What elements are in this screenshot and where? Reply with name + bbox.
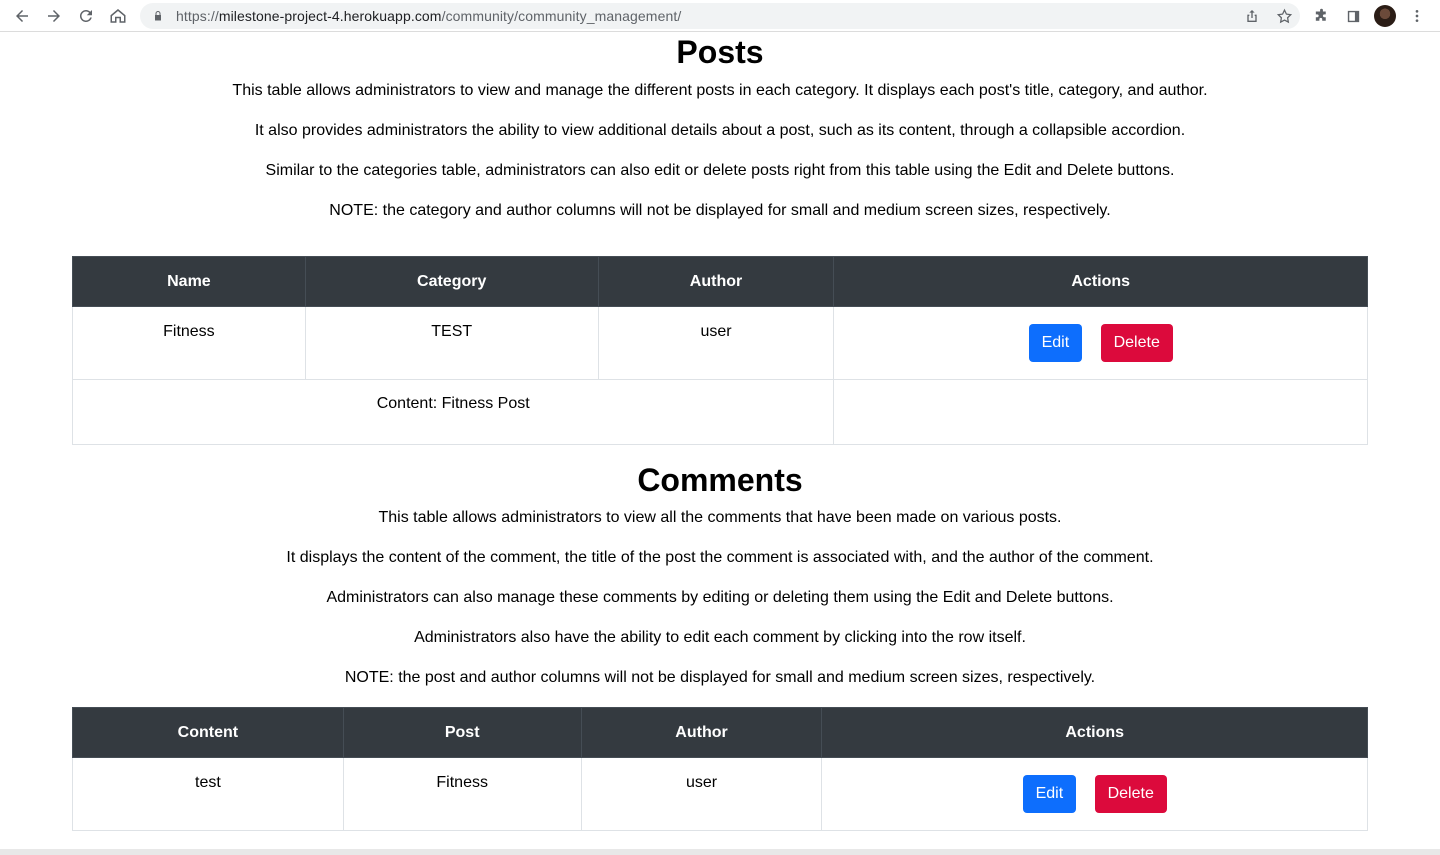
comments-heading: Comments <box>637 462 803 498</box>
post-accordion-row[interactable]: Content: Fitness Post <box>71 379 1368 445</box>
posts-description-3: Similar to the categories table, adminis… <box>265 162 1175 179</box>
home-icon[interactable] <box>102 1 134 31</box>
post-author-cell: user <box>597 306 835 380</box>
extensions-puzzle-icon[interactable] <box>1310 3 1332 29</box>
post-content-cell: Content: Fitness Post <box>71 379 835 445</box>
comments-description-2: It displays the content of the comment, … <box>286 549 1154 566</box>
column-header-actions: Actions <box>833 256 1368 307</box>
column-header-name: Name <box>72 256 306 307</box>
address-bar[interactable]: https://milestone-project-4.herokuapp.co… <box>140 3 1300 29</box>
comments-description-4: Administrators also have the ability to … <box>414 629 1026 646</box>
comments-table-header: Content Post Author Actions <box>72 707 1368 758</box>
comments-description-1: This table allows administrators to view… <box>378 509 1062 526</box>
post-category-cell: TEST <box>304 306 599 380</box>
side-panel-icon[interactable] <box>1342 3 1364 29</box>
column-header-actions: Actions <box>821 707 1368 758</box>
reload-icon[interactable] <box>70 1 102 31</box>
share-icon[interactable] <box>1242 6 1262 26</box>
url-text: https://milestone-project-4.herokuapp.co… <box>176 8 682 24</box>
kebab-menu-icon[interactable] <box>1406 3 1428 29</box>
forward-arrow-icon[interactable] <box>38 1 70 31</box>
profile-avatar[interactable] <box>1374 3 1396 29</box>
back-arrow-icon[interactable] <box>6 1 38 31</box>
comment-actions-cell: Edit Delete <box>821 757 1368 831</box>
lock-icon <box>152 9 166 23</box>
comment-post-cell: Fitness <box>342 757 582 831</box>
post-name-cell: Fitness <box>72 306 306 380</box>
post-actions-cell: Edit Delete <box>833 306 1368 380</box>
column-header-author: Author <box>580 707 823 758</box>
page-bottom-edge <box>0 849 1440 855</box>
column-header-author: Author <box>597 256 835 307</box>
comments-description-5: NOTE: the post and author columns will n… <box>344 669 1096 686</box>
comment-content-cell: test <box>72 757 344 831</box>
column-header-content: Content <box>72 707 344 758</box>
posts-table-header: Name Category Author Actions <box>72 256 1368 307</box>
comments-description-3: Administrators can also manage these com… <box>326 589 1114 606</box>
bookmark-star-icon[interactable] <box>1274 6 1294 26</box>
edit-post-button[interactable]: Edit <box>1028 324 1083 362</box>
browser-toolbar: https://milestone-project-4.herokuapp.co… <box>0 0 1440 32</box>
table-row[interactable]: Fitness TEST user Edit Delete <box>72 306 1368 380</box>
page-content: Posts This table allows administrators t… <box>0 32 1440 855</box>
delete-comment-button[interactable]: Delete <box>1094 775 1167 813</box>
table-row[interactable]: test Fitness user Edit Delete <box>72 757 1368 831</box>
posts-description-2: It also provides administrators the abil… <box>254 122 1186 139</box>
column-header-post: Post <box>342 707 582 758</box>
edit-comment-button[interactable]: Edit <box>1022 775 1077 813</box>
posts-description-4: NOTE: the category and author columns wi… <box>329 202 1111 219</box>
posts-description-1: This table allows administrators to view… <box>232 82 1208 99</box>
post-content-empty-cell <box>833 379 1368 445</box>
column-header-category: Category <box>304 256 599 307</box>
delete-post-button[interactable]: Delete <box>1100 324 1173 362</box>
posts-heading: Posts <box>676 34 764 70</box>
comment-author-cell: user <box>580 757 823 831</box>
posts-table: Name Category Author Actions Fitness TES… <box>71 256 1368 445</box>
comments-table: Content Post Author Actions test Fitness… <box>72 707 1368 831</box>
